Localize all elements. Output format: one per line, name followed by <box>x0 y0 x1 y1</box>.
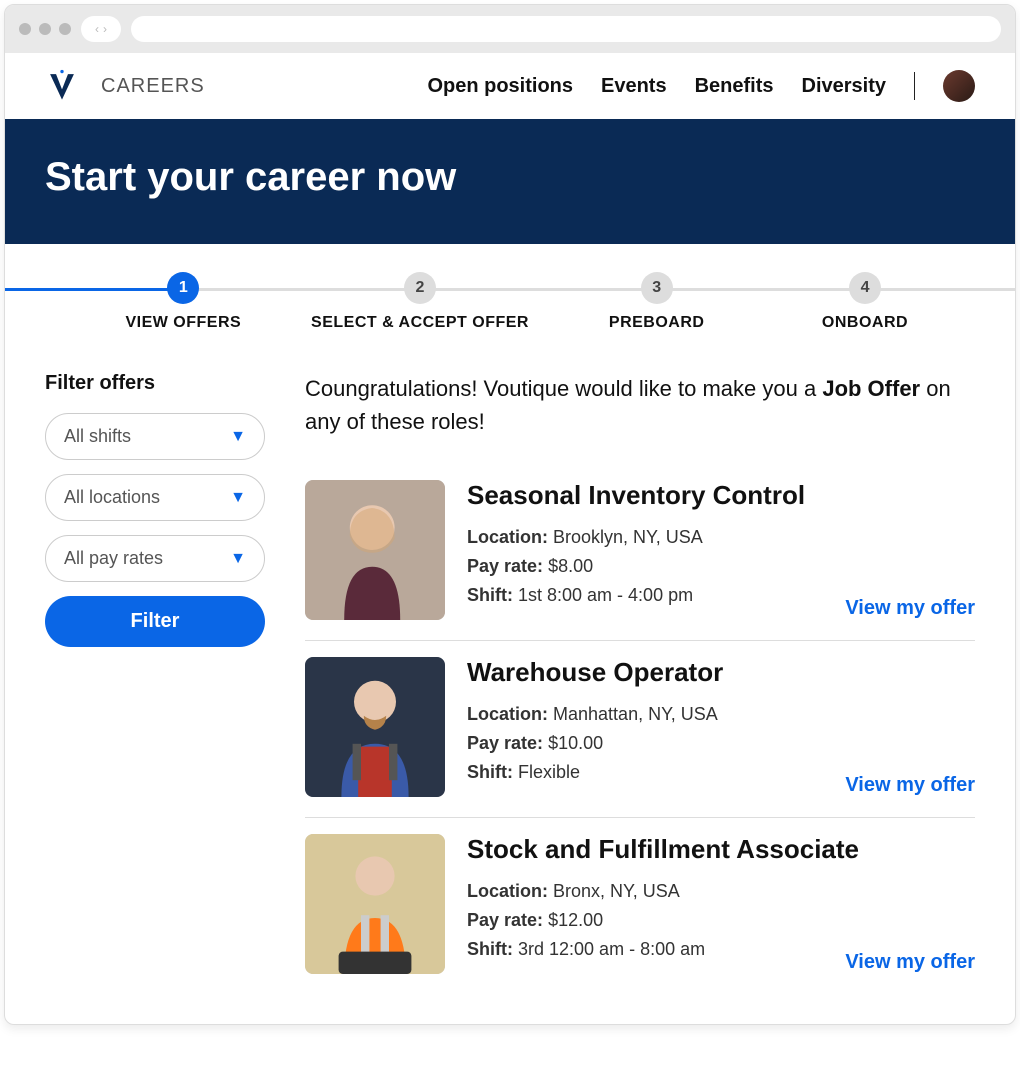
chevron-down-icon: ▼ <box>230 428 246 446</box>
payrate-label: Pay rate: <box>467 733 543 753</box>
main: Coungratulations! Voutique would like to… <box>305 372 975 994</box>
step-label: SELECT & ACCEPT OFFER <box>302 314 539 332</box>
location-value: Bronx, NY, USA <box>553 881 680 901</box>
location-value: Brooklyn, NY, USA <box>553 527 703 547</box>
shifts-value: All shifts <box>64 426 131 447</box>
step-line-active <box>5 288 183 291</box>
locations-select[interactable]: All locations ▼ <box>45 474 265 521</box>
location-value: Manhattan, NY, USA <box>553 704 718 724</box>
offer-body: Stock and Fulfillment Associate Location… <box>467 834 975 974</box>
payrates-value: All pay rates <box>64 548 163 569</box>
brand: CAREERS <box>45 69 205 103</box>
content: Filter offers All shifts ▼ All locations… <box>5 342 1015 1024</box>
step-label: ONBOARD <box>775 314 955 332</box>
window-controls <box>19 23 71 35</box>
url-bar[interactable] <box>131 16 1001 42</box>
nav-open-positions[interactable]: Open positions <box>427 75 573 98</box>
site-header: CAREERS Open positions Events Benefits D… <box>5 53 1015 119</box>
payrate-label: Pay rate: <box>467 556 543 576</box>
payrate-value: $12.00 <box>548 910 603 930</box>
payrate-value: $8.00 <box>548 556 593 576</box>
person-icon <box>305 834 445 974</box>
shift-value: 1st 8:00 am - 4:00 pm <box>518 585 693 605</box>
offer-title: Seasonal Inventory Control <box>467 480 975 511</box>
payrate-value: $10.00 <box>548 733 603 753</box>
back-icon: ‹ <box>95 22 99 36</box>
offer-card: Warehouse Operator Location: Manhattan, … <box>305 641 975 818</box>
shift-label: Shift: <box>467 762 513 782</box>
shift-value: 3rd 12:00 am - 8:00 am <box>518 939 705 959</box>
step-4[interactable]: 4 ONBOARD <box>775 272 955 332</box>
step-circle: 1 <box>167 272 199 304</box>
step-3[interactable]: 3 PREBOARD <box>538 272 775 332</box>
offer-title: Warehouse Operator <box>467 657 975 688</box>
view-offer-link[interactable]: View my offer <box>845 774 975 797</box>
person-icon <box>305 480 445 620</box>
view-offer-link[interactable]: View my offer <box>845 597 975 620</box>
page-title: Start your career now <box>45 155 975 200</box>
step-label: PREBOARD <box>538 314 775 332</box>
step-circle: 2 <box>404 272 436 304</box>
shift-value: Flexible <box>518 762 580 782</box>
window-close-dot[interactable] <box>19 23 31 35</box>
step-label: VIEW OFFERS <box>65 314 302 332</box>
nav-diversity[interactable]: Diversity <box>802 75 887 98</box>
step-circle: 3 <box>641 272 673 304</box>
shifts-select[interactable]: All shifts ▼ <box>45 413 265 460</box>
shift-label: Shift: <box>467 585 513 605</box>
offer-thumbnail <box>305 657 445 797</box>
chevron-down-icon: ▼ <box>230 489 246 507</box>
nav-events[interactable]: Events <box>601 75 667 98</box>
location-label: Location: <box>467 527 548 547</box>
browser-nav-arrows[interactable]: ‹ › <box>81 16 121 42</box>
avatar[interactable] <box>943 70 975 102</box>
chevron-down-icon: ▼ <box>230 550 246 568</box>
filter-sidebar: Filter offers All shifts ▼ All locations… <box>45 372 265 994</box>
location-label: Location: <box>467 881 548 901</box>
payrates-select[interactable]: All pay rates ▼ <box>45 535 265 582</box>
offer-card: Seasonal Inventory Control Location: Bro… <box>305 464 975 641</box>
step-circle: 4 <box>849 272 881 304</box>
shift-label: Shift: <box>467 939 513 959</box>
intro-prefix: Coungratulations! Voutique would like to… <box>305 376 822 401</box>
filter-title: Filter offers <box>45 372 265 395</box>
view-offer-link[interactable]: View my offer <box>845 951 975 974</box>
payrate-label: Pay rate: <box>467 910 543 930</box>
step-line <box>183 288 301 291</box>
step-1[interactable]: 1 VIEW OFFERS <box>65 272 302 332</box>
window-maximize-dot[interactable] <box>59 23 71 35</box>
logo-icon <box>45 69 79 103</box>
person-icon <box>305 657 445 797</box>
intro-bold: Job Offer <box>822 376 920 401</box>
offer-body: Warehouse Operator Location: Manhattan, … <box>467 657 975 797</box>
browser-frame: ‹ › CAREERS Open positions Events Benefi… <box>4 4 1016 1025</box>
offer-body: Seasonal Inventory Control Location: Bro… <box>467 480 975 620</box>
locations-value: All locations <box>64 487 160 508</box>
step-2[interactable]: 2 SELECT & ACCEPT OFFER <box>302 272 539 332</box>
offer-card: Stock and Fulfillment Associate Location… <box>305 818 975 994</box>
brand-name: CAREERS <box>101 75 205 98</box>
stepper: 1 VIEW OFFERS 2 SELECT & ACCEPT OFFER 3 … <box>5 244 1015 342</box>
nav-separator <box>914 72 915 100</box>
location-label: Location: <box>467 704 548 724</box>
offer-thumbnail <box>305 480 445 620</box>
intro-text: Coungratulations! Voutique would like to… <box>305 372 975 438</box>
filter-button[interactable]: Filter <box>45 596 265 647</box>
window-minimize-dot[interactable] <box>39 23 51 35</box>
forward-icon: › <box>103 22 107 36</box>
browser-top-bar: ‹ › <box>5 5 1015 53</box>
top-nav: Open positions Events Benefits Diversity <box>427 70 975 102</box>
hero: Start your career now <box>5 119 1015 244</box>
step-line <box>865 288 1015 291</box>
offer-title: Stock and Fulfillment Associate <box>467 834 975 865</box>
nav-benefits[interactable]: Benefits <box>695 75 774 98</box>
offer-thumbnail <box>305 834 445 974</box>
